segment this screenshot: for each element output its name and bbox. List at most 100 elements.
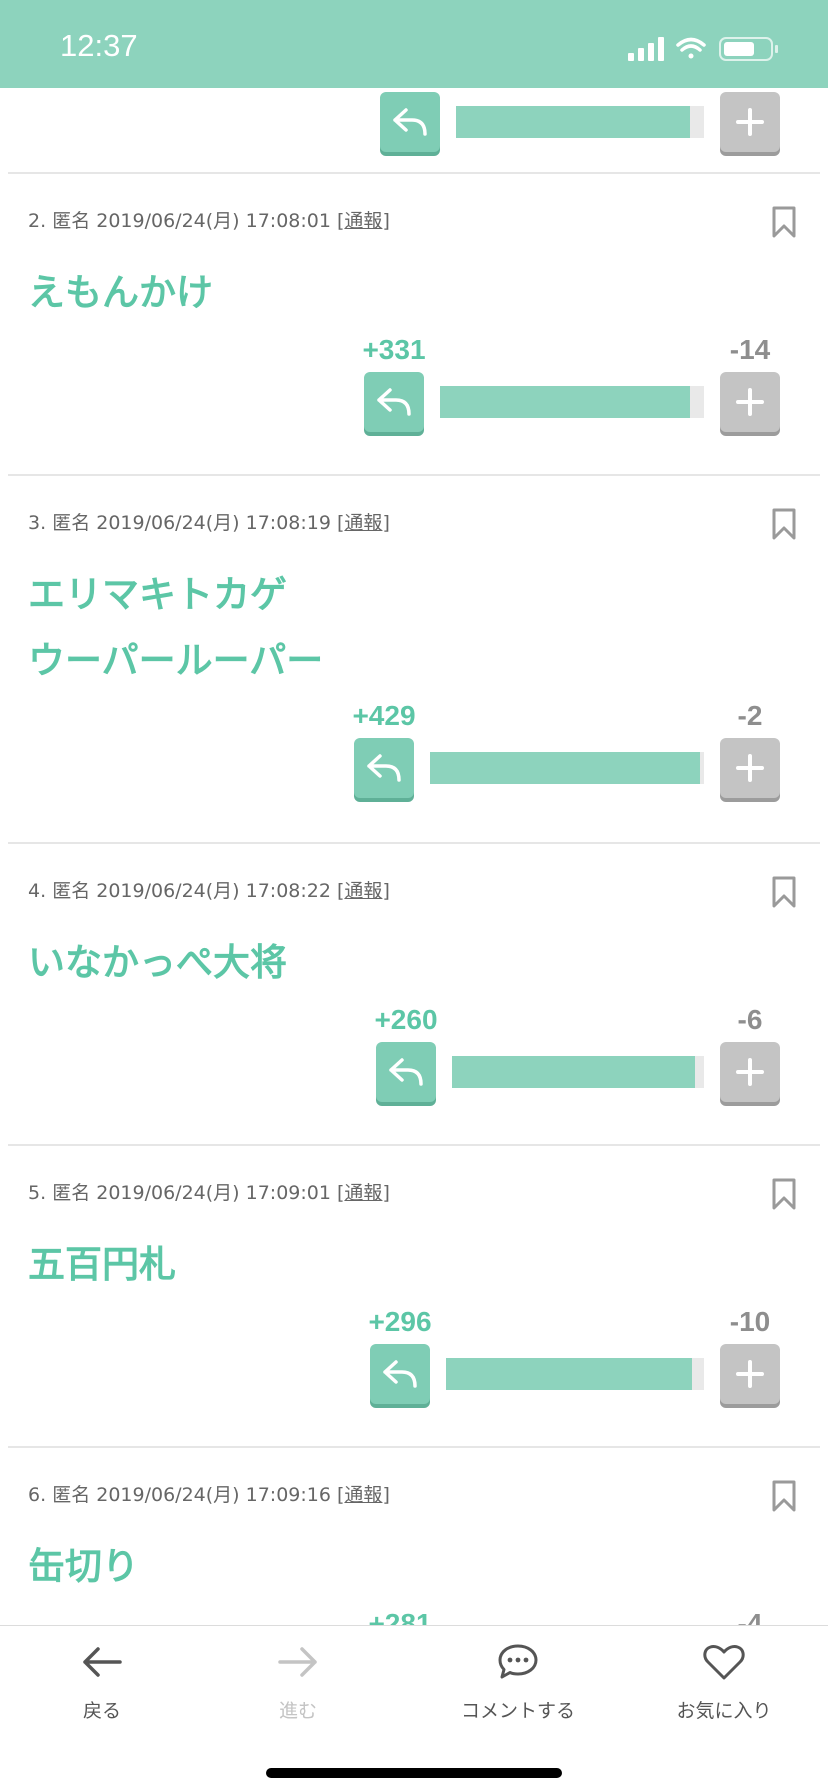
comment-item: 5. 匿名 2019/06/24(月) 17:09:01 [通報] 五百円札 +…: [0, 1146, 828, 1446]
back-label: 戻る: [82, 1700, 121, 1722]
plus-button[interactable]: [720, 92, 780, 152]
report-link[interactable]: 通報: [344, 1484, 382, 1506]
forward-label: 進む: [278, 1700, 317, 1722]
comment-item: 2. 匿名 2019/06/24(月) 17:08:01 [通報] えもんかけ …: [0, 174, 828, 474]
wifi-icon: [676, 37, 706, 59]
comment-datetime: 2019/06/24(月) 17:09:16: [96, 1484, 331, 1506]
comment-line: 五百円札: [28, 1243, 176, 1286]
plus-button[interactable]: [720, 1042, 780, 1102]
vote-ratio-fill: [440, 386, 690, 418]
comment-meta: 5. 匿名 2019/06/24(月) 17:09:01 [通報]: [28, 1182, 390, 1204]
vote-ratio-fill: [452, 1056, 695, 1088]
plus-icon: [736, 108, 764, 136]
minus-count: -4: [737, 1608, 763, 1625]
battery-icon: [719, 37, 778, 61]
vote-ratio-bar: [446, 1358, 704, 1390]
report-link[interactable]: 通報: [344, 880, 382, 902]
reply-button[interactable]: [370, 1344, 430, 1404]
vote-ratio-bar: [440, 386, 704, 418]
status-time: 12:37: [60, 28, 138, 63]
reply-arrow-icon: [389, 1058, 423, 1086]
status-icons: [628, 37, 778, 61]
comment-1-actions: [0, 88, 828, 173]
comment-author: 匿名: [52, 210, 91, 232]
vote-ratio-bar: [452, 1056, 704, 1088]
plus-count: +331: [362, 334, 426, 365]
plus-button[interactable]: [720, 372, 780, 432]
reply-button[interactable]: [364, 372, 424, 432]
comment-datetime: 2019/06/24(月) 17:08:19: [96, 512, 331, 534]
comment-meta: 3. 匿名 2019/06/24(月) 17:08:19 [通報]: [28, 512, 390, 534]
bookmark-icon[interactable]: [771, 876, 797, 908]
vote-ratio-fill: [430, 752, 700, 784]
reply-button[interactable]: [380, 92, 440, 152]
comment-body: 缶切り: [28, 1534, 139, 1600]
comment-meta: 4. 匿名 2019/06/24(月) 17:08:22 [通報]: [28, 880, 390, 902]
plus-button[interactable]: [720, 738, 780, 798]
home-indicator[interactable]: [266, 1768, 562, 1778]
arrow-right-icon: [278, 1647, 317, 1677]
plus-count: +429: [352, 700, 416, 731]
plus-icon: [736, 388, 764, 416]
signal-icon: [628, 37, 664, 61]
vote-ratio-fill: [446, 1358, 692, 1390]
comment-datetime: 2019/06/24(月) 17:08:22: [96, 880, 331, 902]
comment-author: 匿名: [52, 1484, 91, 1506]
bottom-tab-bar: 戻る 進む コメントする お気に入り: [0, 1625, 828, 1792]
plus-button[interactable]: [720, 1344, 780, 1404]
bookmark-icon[interactable]: [771, 508, 797, 540]
forward-button[interactable]: 進む: [228, 1626, 368, 1736]
comment-line: ウーパールーパー: [28, 639, 324, 682]
reply-arrow-icon: [393, 108, 427, 136]
plus-count: +260: [374, 1004, 438, 1035]
minus-count: -10: [729, 1306, 771, 1337]
arrow-left-icon: [83, 1647, 122, 1677]
comment-line: 缶切り: [28, 1545, 139, 1588]
report-link[interactable]: 通報: [344, 512, 382, 534]
comment-body: 五百円札: [28, 1232, 176, 1298]
comment-author: 匿名: [52, 880, 91, 902]
comment-line: エリマキトカゲ: [28, 573, 287, 616]
comment-body: えもんかけ: [28, 260, 213, 326]
vote-ratio-bar: [430, 752, 704, 784]
plus-count: +281: [368, 1608, 432, 1625]
comment-number: 2.: [28, 210, 47, 232]
plus-icon: [736, 1058, 764, 1086]
comment-author: 匿名: [52, 512, 91, 534]
minus-count: -6: [737, 1004, 763, 1035]
comment-datetime: 2019/06/24(月) 17:08:01: [96, 210, 331, 232]
report-link[interactable]: 通報: [344, 1182, 382, 1204]
bookmark-icon[interactable]: [771, 206, 797, 238]
comment-body: エリマキトカゲ ウーパールーパー: [28, 562, 323, 694]
comment-number: 4.: [28, 880, 47, 902]
reply-button[interactable]: [354, 738, 414, 798]
comment-item: 3. 匿名 2019/06/24(月) 17:08:19 [通報] エリマキトカ…: [0, 476, 828, 844]
comment-line: えもんかけ: [28, 271, 213, 314]
back-button[interactable]: 戻る: [32, 1626, 172, 1736]
bookmark-icon[interactable]: [771, 1480, 797, 1512]
report-link[interactable]: 通報: [344, 210, 382, 232]
comment-number: 6.: [28, 1484, 47, 1506]
comment-item: 6. 匿名 2019/06/24(月) 17:09:16 [通報] 缶切り +2…: [0, 1448, 828, 1625]
comment-number: 3.: [28, 512, 47, 534]
minus-count: -2: [737, 700, 763, 731]
comment-label: コメントする: [460, 1700, 575, 1722]
heart-icon: [703, 1645, 745, 1680]
comment-meta: 2. 匿名 2019/06/24(月) 17:08:01 [通報]: [28, 210, 390, 232]
reply-arrow-icon: [377, 388, 411, 416]
favorite-button[interactable]: お気に入り: [654, 1626, 794, 1736]
reply-arrow-icon: [367, 754, 401, 782]
comment-author: 匿名: [52, 1182, 91, 1204]
comment-number: 5.: [28, 1182, 47, 1204]
comment-button[interactable]: コメントする: [448, 1626, 588, 1736]
plus-count: +296: [368, 1306, 432, 1337]
vote-ratio-fill: [456, 106, 690, 138]
reply-button[interactable]: [376, 1042, 436, 1102]
vote-ratio-bar: [456, 106, 704, 138]
reply-arrow-icon: [383, 1360, 417, 1388]
minus-count: -14: [729, 334, 771, 365]
bookmark-icon[interactable]: [771, 1178, 797, 1210]
plus-icon: [736, 754, 764, 782]
comment-feed[interactable]: 2. 匿名 2019/06/24(月) 17:08:01 [通報] えもんかけ …: [0, 88, 828, 1625]
comment-datetime: 2019/06/24(月) 17:09:01: [96, 1182, 331, 1204]
